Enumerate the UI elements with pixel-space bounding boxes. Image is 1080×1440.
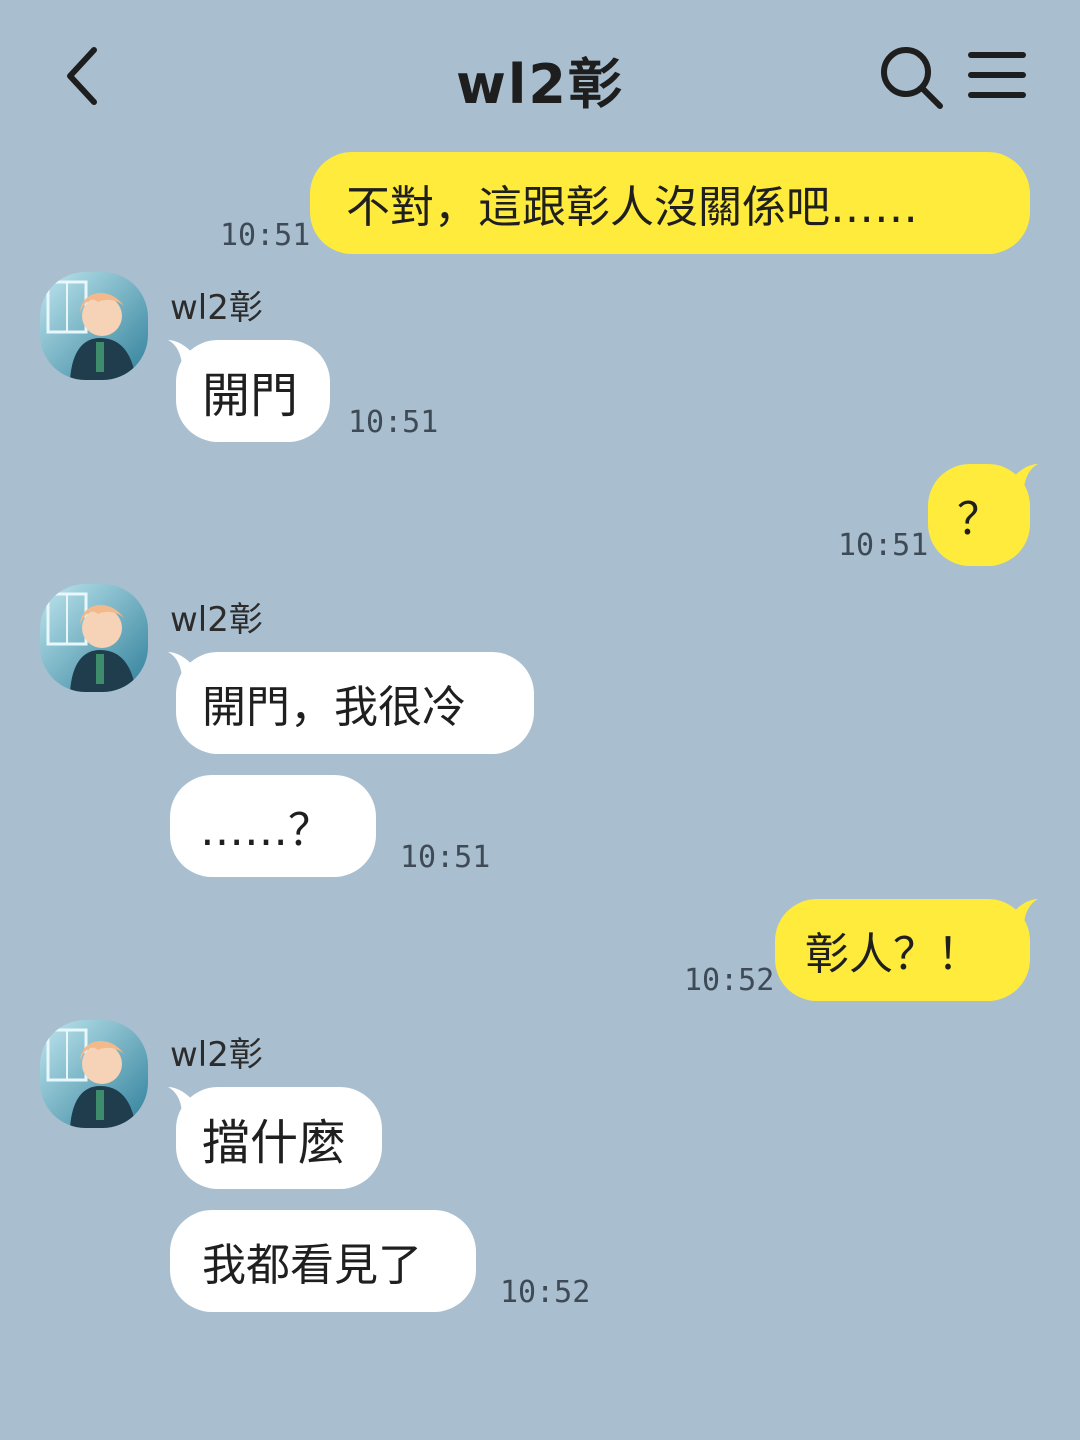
sender-name: wl2彰 bbox=[170, 288, 263, 328]
hamburger-menu-icon[interactable] bbox=[968, 50, 1026, 100]
message-bubble-outgoing[interactable]: ？ bbox=[928, 464, 1030, 566]
message-text: 彰人？！ bbox=[805, 929, 981, 980]
message-bubble-outgoing[interactable]: 不對，這跟彰人沒關係吧…… bbox=[310, 152, 1030, 254]
message-text: 不對，這跟彰人沒關係吧…… bbox=[346, 182, 918, 233]
message-text: ……？ bbox=[200, 805, 332, 856]
message-bubble-incoming[interactable]: 開門，我很冷 bbox=[176, 652, 534, 754]
avatar[interactable] bbox=[40, 1020, 148, 1128]
search-icon[interactable] bbox=[878, 44, 944, 110]
message-bubble-outgoing[interactable]: 彰人？！ bbox=[775, 899, 1030, 1001]
avatar[interactable] bbox=[40, 584, 148, 692]
avatar[interactable] bbox=[40, 272, 148, 380]
message-timestamp: 10:51 bbox=[838, 528, 929, 563]
chat-header: wl2彰 bbox=[0, 0, 1080, 150]
message-text: 開門 bbox=[202, 368, 299, 424]
sender-name: wl2彰 bbox=[170, 600, 263, 640]
sender-name: wl2彰 bbox=[170, 1035, 263, 1075]
message-timestamp: 10:52 bbox=[684, 963, 775, 998]
message-bubble-incoming[interactable]: 開門 bbox=[176, 340, 330, 442]
message-bubble-incoming[interactable]: ……？ bbox=[170, 775, 376, 877]
message-timestamp: 10:52 bbox=[500, 1275, 591, 1310]
message-timestamp: 10:51 bbox=[220, 218, 311, 253]
message-bubble-incoming[interactable]: 擋什麼 bbox=[176, 1087, 382, 1189]
message-text: 我都看見了 bbox=[202, 1240, 422, 1291]
message-text: 擋什麼 bbox=[202, 1115, 347, 1171]
message-timestamp: 10:51 bbox=[400, 840, 491, 875]
message-timestamp: 10:51 bbox=[348, 405, 439, 440]
message-text: 開門，我很冷 bbox=[202, 682, 466, 733]
message-bubble-incoming[interactable]: 我都看見了 bbox=[170, 1210, 476, 1312]
message-text: ？ bbox=[957, 494, 1001, 545]
